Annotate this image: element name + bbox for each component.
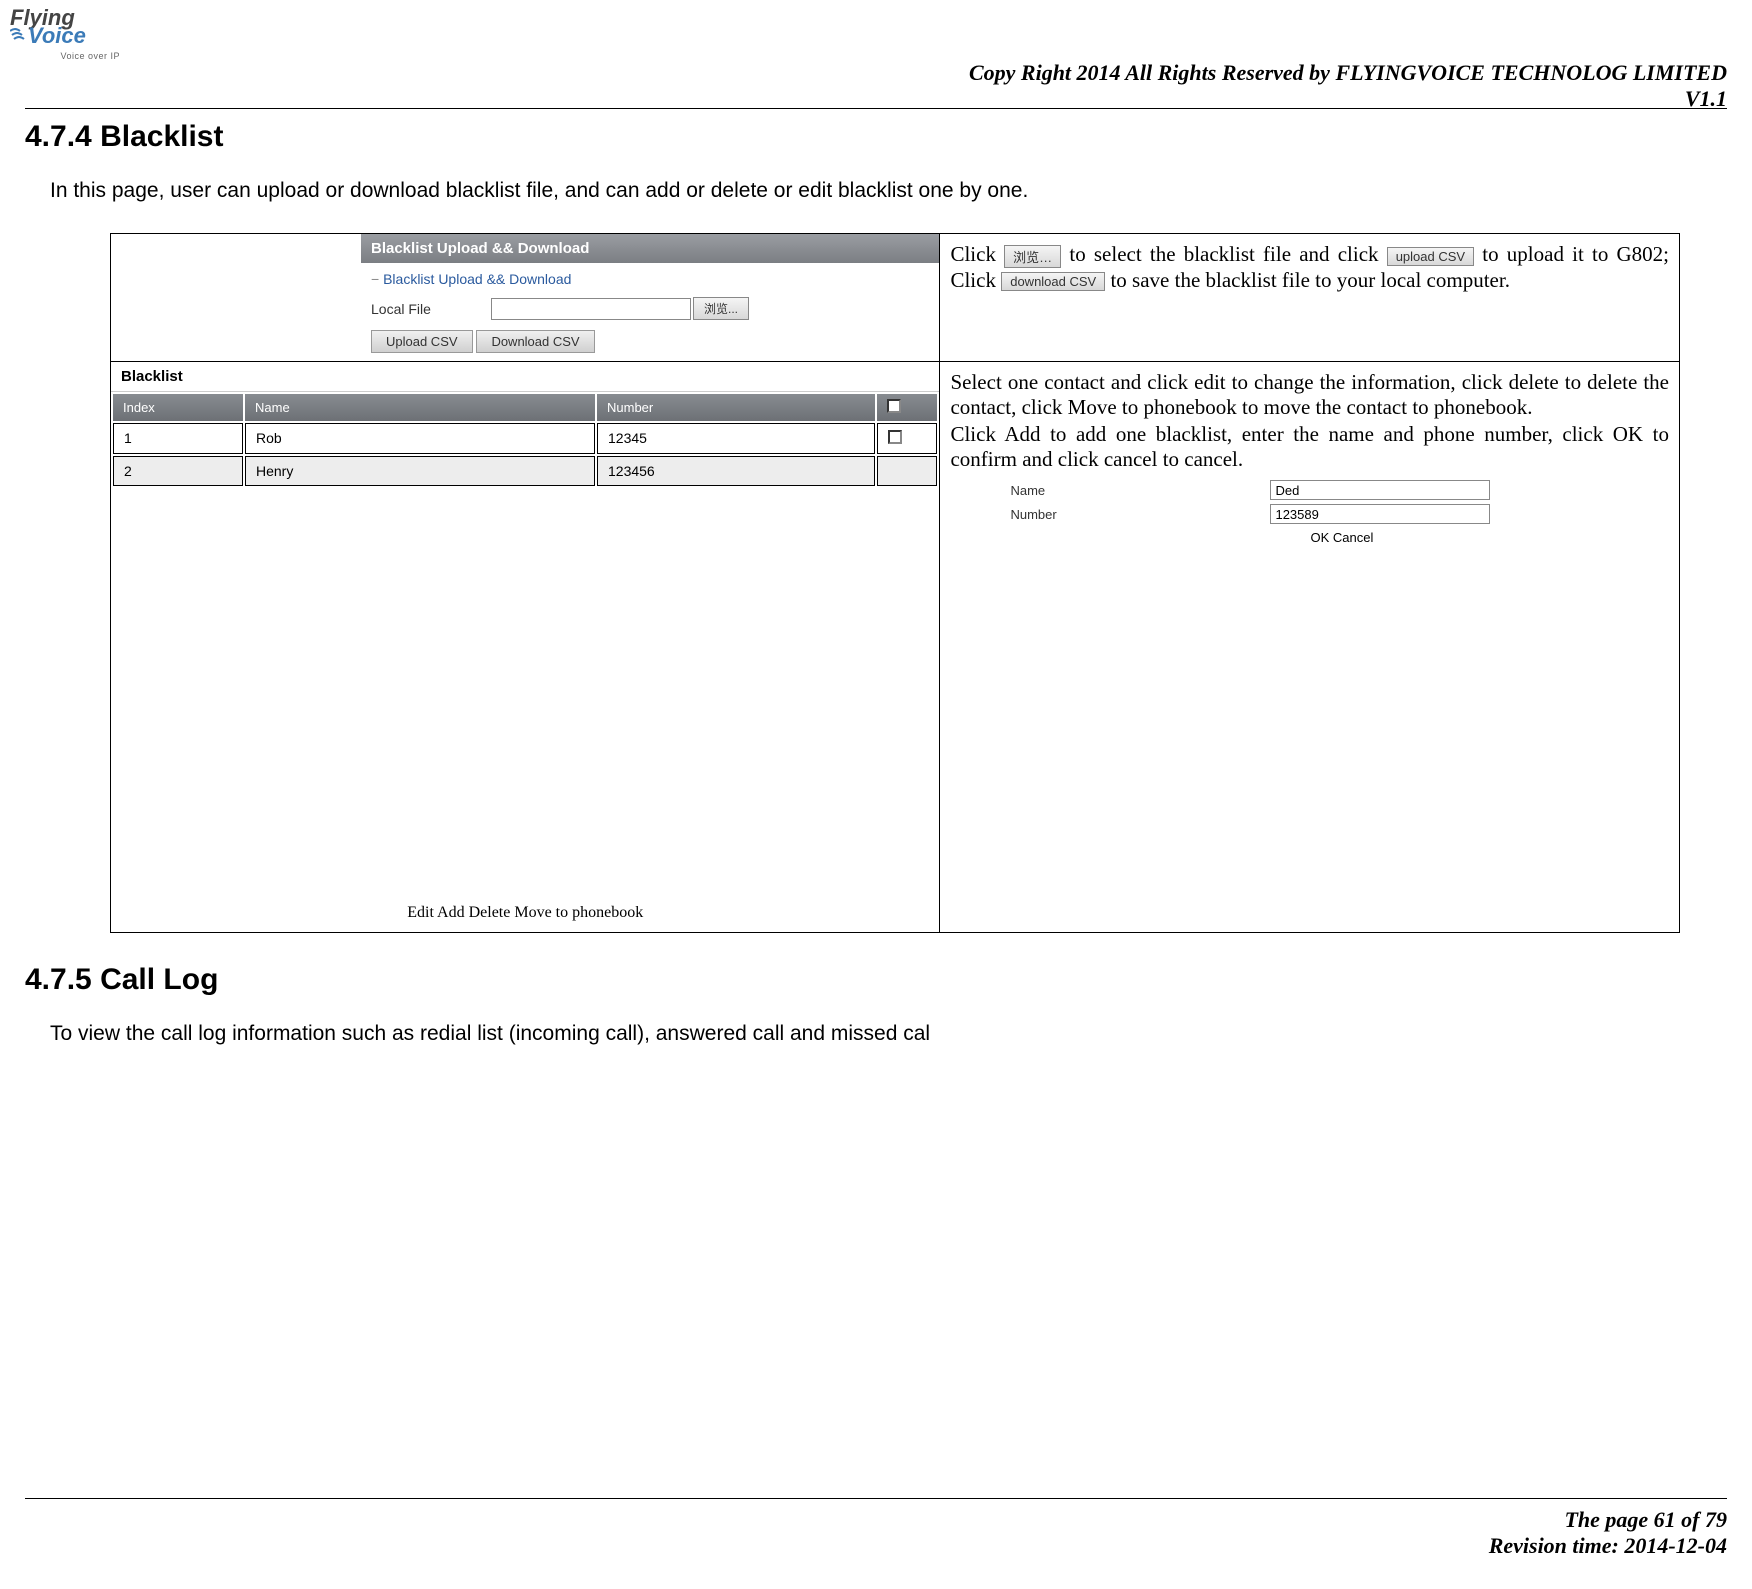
section-heading-calllog: 4.7.5 Call Log [25,963,1727,997]
panel-header: Blacklist Upload && Download [361,234,939,263]
cell-index: 2 [113,456,243,486]
col-number: Number [597,394,875,421]
col-name: Name [245,394,595,421]
section-heading-blacklist: 4.7.4 Blacklist [25,120,1727,154]
cell-number: 12345 [597,423,875,454]
local-file-input[interactable] [491,298,691,320]
inline-browse-button[interactable]: 浏览… [1004,245,1061,268]
cell-number: 123456 [597,456,875,486]
section-title: Call Log [100,963,218,996]
table-row[interactable]: 2 Henry 123456 [113,456,937,486]
page-footer: The page 61 of 79 Revision time: 2014-12… [1489,1507,1727,1559]
section-intro: In this page, user can upload or downloa… [50,179,1727,203]
copyright-text: Copy Right 2014 All Rights Reserved by F… [969,60,1727,86]
desc-blacklist: Select one contact and click edit to cha… [940,362,1680,933]
revision-time: Revision time: 2014-12-04 [1489,1533,1727,1559]
footer-separator [25,1498,1727,1499]
section-number: 4.7.5 [25,963,92,996]
table-row[interactable]: 1 Rob 12345 [113,423,937,454]
desc2-p1: Select one contact and click edit to cha… [950,370,1669,420]
add-button[interactable]: Add [437,904,465,921]
col-index: Index [113,394,243,421]
section-intro-calllog: To view the call log information such as… [50,1022,1727,1046]
download-csv-button[interactable]: Download CSV [476,330,594,353]
page-number: The page 61 of 79 [1489,1507,1727,1533]
upload-csv-button[interactable]: Upload CSV [371,330,473,353]
add-form-screenshot: Name Number OK Cancel [1010,480,1669,545]
header-right: Copy Right 2014 All Rights Reserved by F… [969,60,1727,112]
desc1-d: to save the blacklist file to your local… [1110,268,1509,292]
doc-table: Blacklist Upload && Download Blacklist U… [110,233,1680,933]
screenshot-upload-panel: Blacklist Upload && Download Blacklist U… [111,234,940,362]
cell-check [877,423,937,454]
ok-button[interactable]: OK [1310,530,1329,545]
delete-button[interactable]: Delete [469,904,511,921]
row-checkbox[interactable] [888,430,902,444]
form-number-label: Number [1010,507,1270,522]
cell-name: Rob [245,423,595,454]
form-name-label: Name [1010,483,1270,498]
blacklist-footer-buttons: Edit Add Delete Move to phonebook [111,904,939,922]
edit-button[interactable]: Edit [407,904,434,921]
desc-upload: Click 浏览… to select the blacklist file a… [940,234,1680,362]
desc1-a: Click [950,242,996,266]
cell-name: Henry [245,456,595,486]
local-file-label: Local File [371,301,491,317]
desc2-p2: Click Add to add one blacklist, enter th… [950,422,1669,472]
section-title: Blacklist [100,120,223,153]
cell-index: 1 [113,423,243,454]
inline-download-button[interactable]: download CSV [1001,272,1105,291]
inline-upload-button[interactable]: upload CSV [1387,247,1474,266]
section-number: 4.7.4 [25,120,92,153]
browse-button[interactable]: 浏览... [693,297,749,320]
logo: Flying Voice Voice over IP [10,5,120,75]
header-checkbox[interactable] [887,399,901,413]
cancel-button[interactable]: Cancel [1333,530,1373,545]
col-check [877,394,937,421]
svg-text:Voice: Voice [28,23,86,48]
move-to-phonebook-button[interactable]: Move to phonebook [514,904,643,921]
blacklist-title: Blacklist [111,362,939,392]
version-text: V1.1 [969,86,1727,112]
panel-sublink[interactable]: Blacklist Upload && Download [371,271,929,287]
form-name-input[interactable] [1270,480,1490,500]
screenshot-blacklist-panel: Blacklist Index Name Number 1 Rob 12345 [111,362,940,933]
desc1-b: to select the blacklist file and click [1069,242,1386,266]
form-number-input[interactable] [1270,504,1490,524]
logo-tagline: Voice over IP [10,51,120,61]
blacklist-table: Index Name Number 1 Rob 12345 2 [111,392,939,488]
